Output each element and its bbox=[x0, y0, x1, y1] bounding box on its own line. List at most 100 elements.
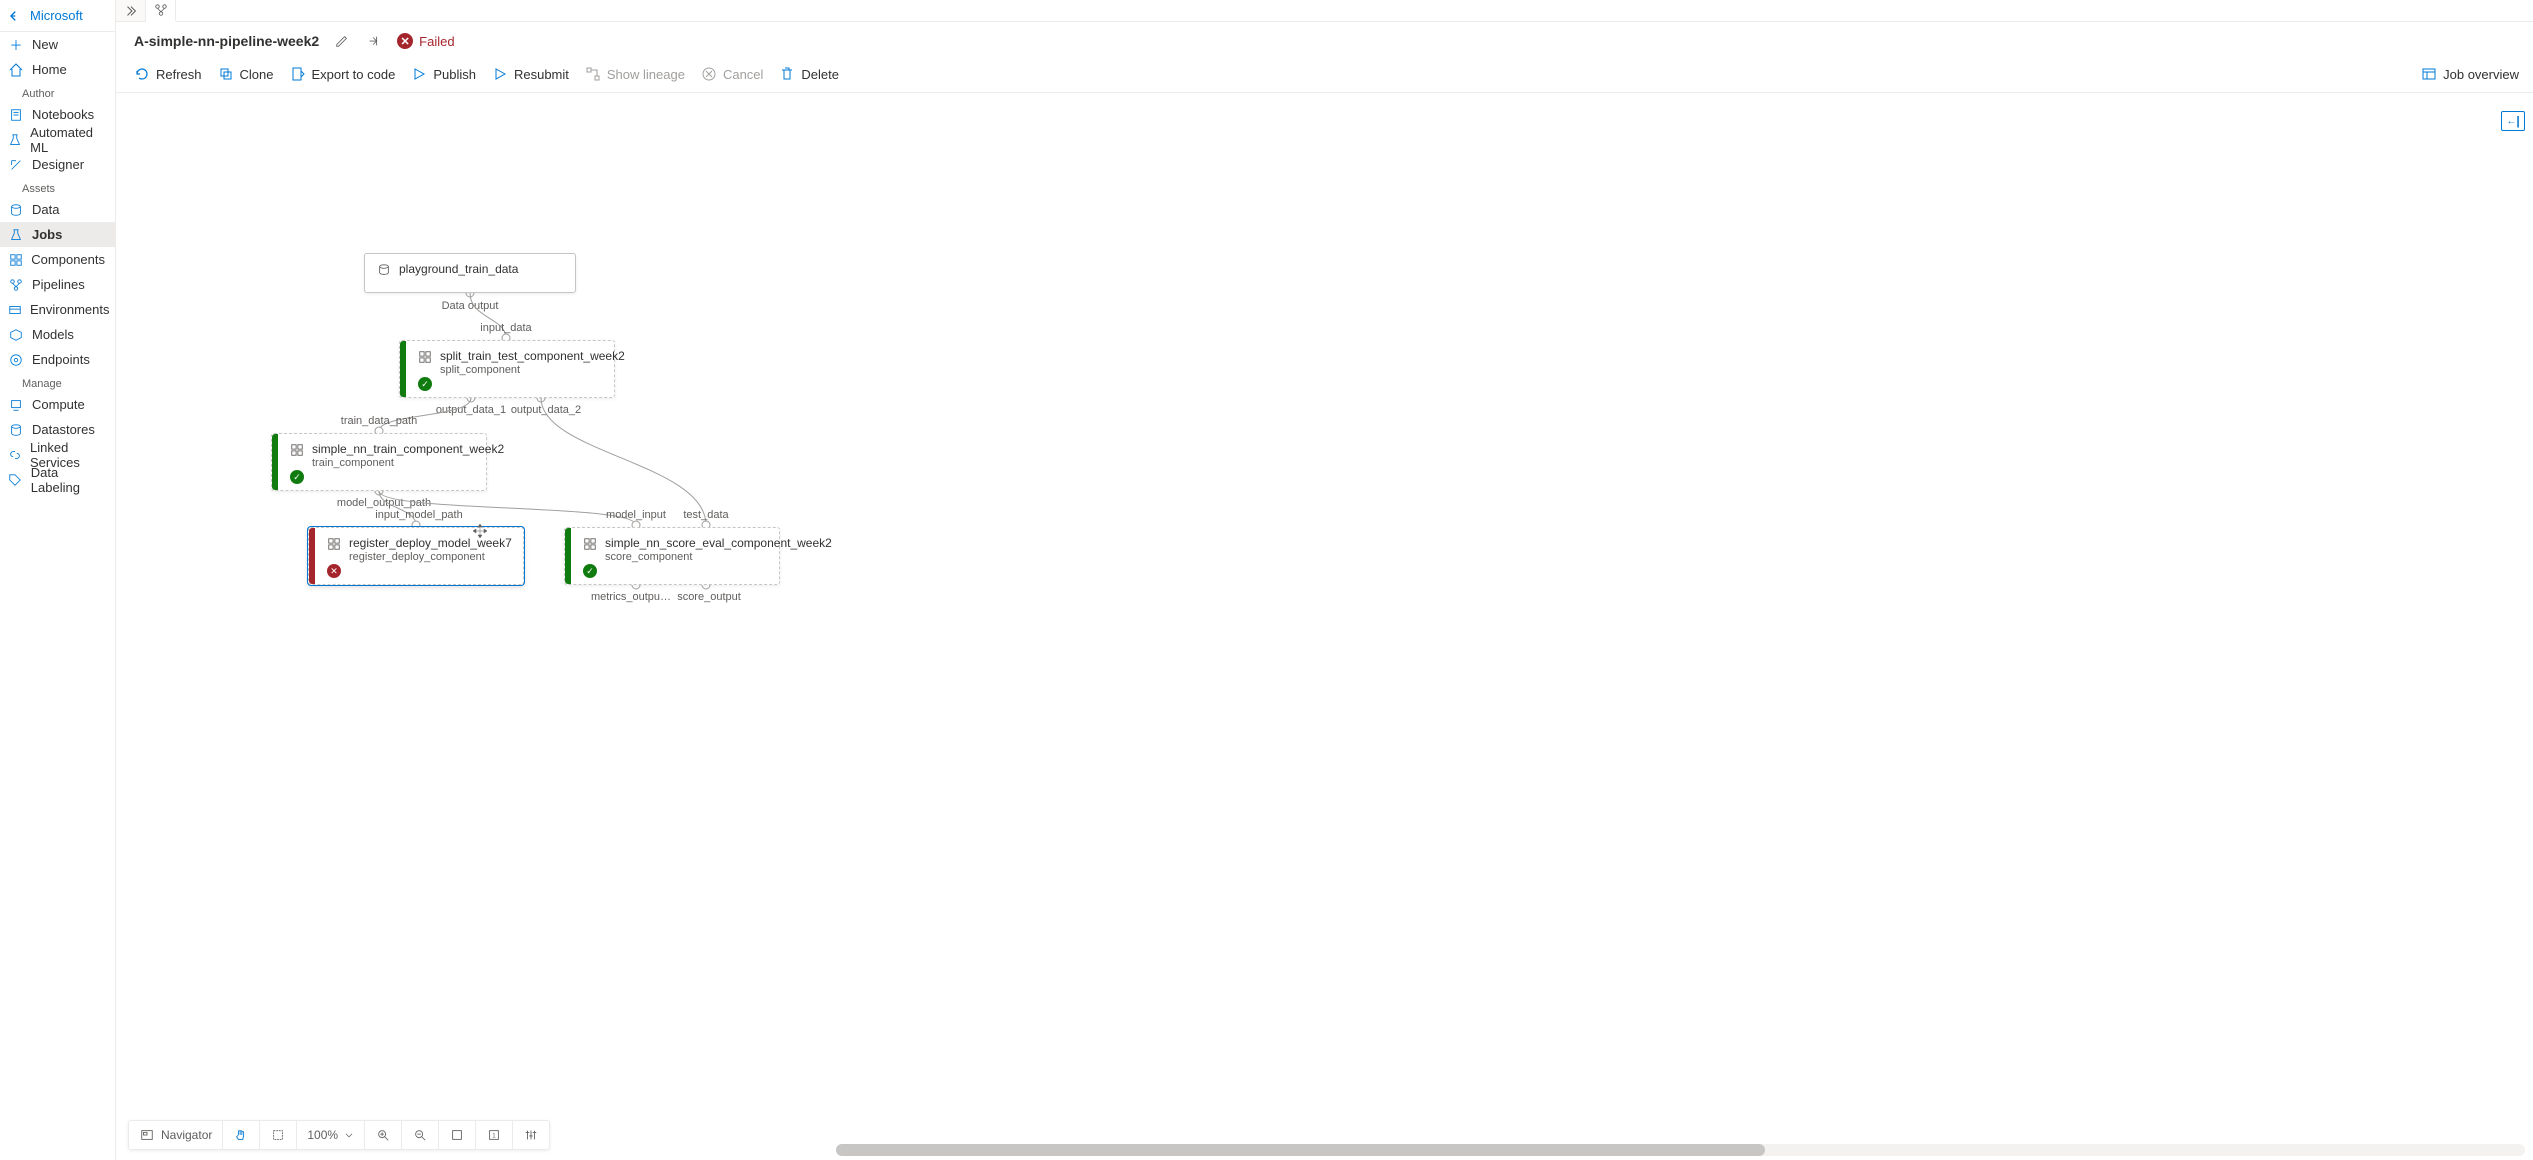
zoom-out-button[interactable] bbox=[402, 1121, 439, 1149]
tabs-row bbox=[116, 0, 2533, 22]
nav-linked[interactable]: Linked Services bbox=[0, 442, 115, 467]
clone-button[interactable]: Clone bbox=[218, 66, 274, 82]
resubmit-button[interactable]: Resubmit bbox=[492, 66, 569, 82]
pipeline-icon bbox=[8, 277, 24, 293]
nav-data[interactable]: Data bbox=[0, 197, 115, 222]
select-button[interactable] bbox=[260, 1121, 297, 1149]
select-icon bbox=[270, 1127, 286, 1143]
job-overview-button[interactable]: Job overview bbox=[2421, 66, 2519, 82]
node-train[interactable]: simple_nn_train_component_week2 train_co… bbox=[271, 433, 487, 491]
main: A-simple-nn-pipeline-week2 ✕ Failed Refr… bbox=[116, 0, 2533, 1160]
tab-pipeline[interactable] bbox=[146, 0, 176, 22]
expand-panel-button[interactable] bbox=[2501, 111, 2525, 131]
refresh-button[interactable]: Refresh bbox=[134, 66, 202, 82]
fit-button[interactable] bbox=[439, 1121, 476, 1149]
component-icon bbox=[418, 350, 432, 364]
nav-models[interactable]: Models bbox=[0, 322, 115, 347]
nav-home[interactable]: Home bbox=[0, 57, 115, 82]
nav-environments[interactable]: Environments bbox=[0, 297, 115, 322]
actual-size-button[interactable]: 1 bbox=[476, 1121, 513, 1149]
status-bar-green bbox=[565, 528, 571, 584]
nav-endpoints[interactable]: Endpoints bbox=[0, 347, 115, 372]
refresh-icon bbox=[134, 66, 150, 82]
share-button[interactable] bbox=[365, 32, 383, 50]
export-icon bbox=[290, 66, 306, 82]
autolayout-button[interactable] bbox=[513, 1121, 549, 1149]
zoom-out-icon bbox=[412, 1127, 428, 1143]
chevron-right-icon bbox=[124, 4, 138, 18]
nav-pipelines[interactable]: Pipelines bbox=[0, 272, 115, 297]
refresh-label: Refresh bbox=[156, 67, 202, 82]
nav-datalabeling[interactable]: Data Labeling bbox=[0, 467, 115, 492]
publish-label: Publish bbox=[433, 67, 476, 82]
section-author: Author bbox=[0, 82, 115, 102]
hand-icon bbox=[233, 1127, 249, 1143]
lineage-button: Show lineage bbox=[585, 66, 685, 82]
delete-button[interactable]: Delete bbox=[779, 66, 839, 82]
pan-button[interactable] bbox=[223, 1121, 260, 1149]
node-playground-train-data[interactable]: playground_train_data bbox=[364, 253, 576, 293]
publish-button[interactable]: Publish bbox=[411, 66, 476, 82]
fit-icon bbox=[449, 1127, 465, 1143]
nav-datastores[interactable]: Datastores bbox=[0, 417, 115, 442]
zoom-in-icon bbox=[375, 1127, 391, 1143]
node-subtitle: register_deploy_component bbox=[349, 551, 512, 564]
node-register-deploy[interactable]: register_deploy_model_week7 register_dep… bbox=[308, 527, 524, 585]
status-ok-icon bbox=[290, 470, 304, 484]
microsoft-link[interactable]: Microsoft bbox=[0, 0, 115, 32]
back-arrow-icon bbox=[10, 9, 24, 23]
node-split[interactable]: split_train_test_component_week2 split_c… bbox=[399, 340, 615, 398]
tab-expand[interactable] bbox=[116, 0, 146, 21]
status-ok-icon bbox=[418, 377, 432, 391]
data-node-icon bbox=[377, 263, 391, 277]
nav-label: Compute bbox=[32, 397, 85, 412]
status-ok-icon bbox=[583, 564, 597, 578]
h-scrollbar[interactable] bbox=[836, 1144, 2525, 1156]
export-button[interactable]: Export to code bbox=[290, 66, 396, 82]
nav-label: Data Labeling bbox=[31, 465, 105, 495]
datastore-icon bbox=[8, 422, 24, 438]
status-bar-green bbox=[272, 434, 278, 490]
nav-label: Data bbox=[32, 202, 59, 217]
svg-text:input_data: input_data bbox=[480, 322, 532, 334]
play-icon bbox=[492, 66, 508, 82]
nav-compute[interactable]: Compute bbox=[0, 392, 115, 417]
nav-label: Notebooks bbox=[32, 107, 94, 122]
jobs-icon bbox=[8, 227, 24, 243]
edit-name-button[interactable] bbox=[333, 32, 351, 50]
nav-jobs[interactable]: Jobs bbox=[0, 222, 115, 247]
clone-label: Clone bbox=[240, 67, 274, 82]
zoom-dropdown[interactable]: 100% bbox=[297, 1121, 365, 1149]
status-label: Failed bbox=[419, 34, 454, 49]
plus-icon: ＋ bbox=[8, 37, 24, 53]
node-score[interactable]: simple_nn_score_eval_component_week2 sco… bbox=[564, 527, 780, 585]
canvas[interactable]: Data output input_data output_data_1 out… bbox=[116, 93, 2533, 1160]
pipeline-name: A-simple-nn-pipeline-week2 bbox=[134, 33, 319, 49]
flask-icon bbox=[8, 132, 22, 148]
zoom-in-button[interactable] bbox=[365, 1121, 402, 1149]
nav-notebooks[interactable]: Notebooks bbox=[0, 102, 115, 127]
nav-label: Designer bbox=[32, 157, 84, 172]
toolbar: Refresh Clone Export to code Publish Res… bbox=[116, 60, 2533, 93]
play-icon bbox=[411, 66, 427, 82]
header-row: A-simple-nn-pipeline-week2 ✕ Failed bbox=[116, 22, 2533, 60]
component-icon bbox=[290, 443, 304, 457]
scroll-thumb[interactable] bbox=[836, 1144, 1765, 1156]
navigator-toggle[interactable]: Navigator bbox=[129, 1121, 223, 1149]
node-subtitle: train_component bbox=[312, 457, 504, 470]
nav-label: Datastores bbox=[32, 422, 95, 437]
svg-text:train_data_path: train_data_path bbox=[341, 415, 417, 427]
lineage-label: Show lineage bbox=[607, 67, 685, 82]
nav-components[interactable]: Components bbox=[0, 247, 115, 272]
nav-new-label: New bbox=[32, 37, 58, 52]
delete-label: Delete bbox=[801, 67, 839, 82]
nav-designer[interactable]: Designer bbox=[0, 152, 115, 177]
zoom-label: 100% bbox=[307, 1128, 338, 1142]
joboverview-label: Job overview bbox=[2443, 67, 2519, 82]
section-manage: Manage bbox=[0, 372, 115, 392]
nav-automl[interactable]: Automated ML bbox=[0, 127, 115, 152]
nav-label: Environments bbox=[30, 302, 109, 317]
svg-text:model_output_path: model_output_path bbox=[337, 497, 431, 509]
status-err-icon bbox=[327, 564, 341, 578]
nav-new[interactable]: ＋ New bbox=[0, 32, 115, 57]
